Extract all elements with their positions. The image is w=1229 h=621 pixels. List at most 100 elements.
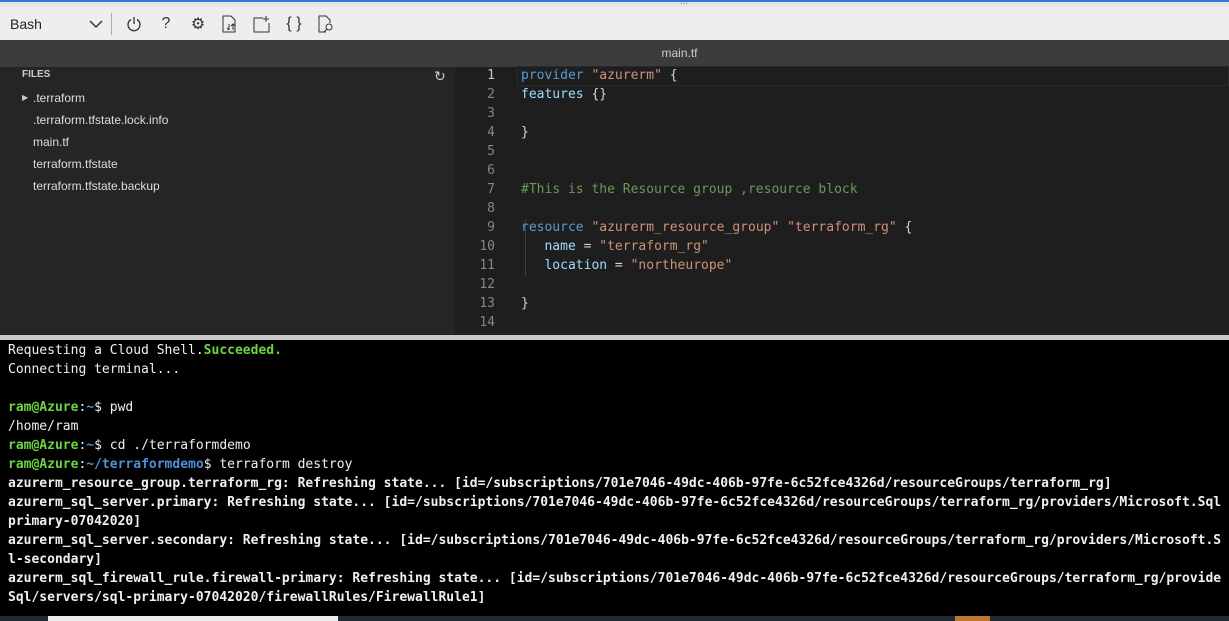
code-token: name: [544, 239, 576, 254]
terminal-text: Succeeded.: [203, 343, 282, 358]
line-number: 13: [479, 296, 495, 311]
shell-selector-value: Bash: [10, 15, 42, 32]
terminal-line: ram@Azure:~$ pwd: [8, 398, 1221, 417]
resize-grip[interactable]: ...: [680, 0, 688, 7]
terminal-text: $ terraform destroy: [203, 457, 353, 472]
code-line: resource "azurerm_resource_group" "terra…: [521, 218, 912, 237]
power-icon: [127, 16, 141, 31]
settings-button[interactable]: ⚙: [182, 10, 214, 38]
terminal-text: Requesting a Cloud Shell.: [8, 343, 204, 358]
editor-file-title: main.tf: [661, 46, 698, 60]
terminal-text: azurerm_sql_server.primary: Refreshing s…: [8, 495, 1221, 510]
code-token: resource: [521, 220, 592, 235]
terminal-text: ~/terraformdemo: [86, 457, 204, 472]
code-line: location = "northeurope": [521, 256, 732, 275]
code-line: features {}: [521, 85, 607, 104]
file-explorer: FILES ↻ ▶ .terraform .terraform.tfstate.…: [0, 67, 455, 335]
terminal-text: ~: [86, 400, 95, 415]
line-number: 10: [479, 239, 495, 254]
braces-icon: { }: [286, 14, 302, 32]
file-item[interactable]: terraform.tfstate: [33, 153, 118, 175]
web-preview-button[interactable]: [310, 10, 342, 38]
terminal-text: azurerm_sql_firewall_rule.firewall-prima…: [8, 571, 1221, 586]
new-session-icon: [253, 15, 270, 32]
file-item[interactable]: .terraform.tfstate.lock.info: [33, 109, 168, 131]
code-token: }: [521, 125, 529, 140]
shell-selector[interactable]: Bash: [0, 12, 112, 35]
refresh-icon[interactable]: ↻: [434, 68, 446, 85]
terminal-line: primary-07042020]: [8, 512, 1221, 531]
code-token: "terraform_rg": [787, 220, 897, 235]
code-token: "terraform_rg": [599, 239, 709, 254]
code-editor[interactable]: 1 provider "azurerm" {2 features {} 3 4} 5 6 7 #…: [455, 66, 1229, 335]
terminal-line: ram@Azure:~/terraformdemo$ terraform des…: [8, 455, 1221, 474]
terminal-line: /home/ram: [8, 417, 1221, 436]
terminal-text: /home/ram: [8, 419, 79, 434]
terminal-line: azurerm_sql_firewall_rule.firewall-prima…: [8, 569, 1221, 588]
code-token: {: [896, 220, 913, 235]
terminal-line: l-secondary]: [8, 550, 1221, 569]
terminal-line: azurerm_sql_server.secondary: Refreshing…: [8, 531, 1221, 550]
code-line: name = "terraform_rg": [521, 237, 709, 256]
chevron-right-icon[interactable]: ▶: [22, 93, 28, 102]
terminal-text: azurerm_sql_server.secondary: Refreshing…: [8, 533, 1221, 548]
help-button[interactable]: ?: [150, 10, 182, 38]
current-line-highlight: [517, 66, 1229, 86]
code-token: features: [521, 87, 584, 102]
bottom-strip-accent: [955, 616, 990, 621]
terminal-text: azurerm_resource_group.terraform_rg: Ref…: [8, 476, 1112, 491]
upload-download-button[interactable]: [214, 10, 246, 38]
terminal-text: Connecting terminal...: [8, 362, 181, 377]
terminal-text: ram@Azure: [8, 438, 79, 453]
line-number: 11: [479, 258, 495, 273]
terminal-text: primary-07042020]: [8, 514, 142, 529]
line-number: 6: [487, 163, 495, 178]
code-line: #This is the Resource group ,resource bl…: [521, 180, 858, 199]
terminal-line: Requesting a Cloud Shell.Succeeded.: [8, 341, 1221, 360]
chevron-down-icon: [89, 19, 103, 28]
line-number: 7: [487, 182, 495, 197]
file-item[interactable]: main.tf: [33, 131, 69, 153]
line-number: 2: [487, 87, 495, 102]
terminal-line: Connecting terminal...: [8, 360, 1221, 379]
code-token: "northeurope": [630, 258, 733, 273]
line-number: 9: [487, 220, 495, 235]
line-number: 4: [487, 125, 495, 140]
line-number: 5: [487, 144, 495, 159]
bottom-strip-segment: [48, 616, 338, 621]
file-item[interactable]: .terraform: [33, 87, 85, 109]
terminal-text: ram@Azure: [8, 457, 79, 472]
line-number: 12: [479, 277, 495, 292]
terminal[interactable]: Requesting a Cloud Shell.Succeeded. Conne…: [0, 340, 1229, 616]
line-number: 14: [479, 315, 495, 330]
terminal-line: Sql/servers/sql-primary-07042020/firewal…: [8, 588, 1221, 607]
code-token: {}: [583, 87, 608, 102]
upload-download-icon: [222, 15, 236, 32]
editor-button[interactable]: { }: [278, 10, 310, 38]
code-token: =: [575, 239, 600, 254]
terminal-text: $ pwd: [94, 400, 134, 415]
line-number: 3: [487, 106, 495, 121]
window-top-strip: ...: [0, 0, 1229, 7]
terminal-line: azurerm_sql_server.primary: Refreshing s…: [8, 493, 1221, 512]
new-session-button[interactable]: [246, 10, 278, 38]
code-line: }: [521, 123, 529, 142]
terminal-text: l-secondary]: [8, 552, 102, 567]
terminal-text: $ cd ./terraformdemo: [94, 438, 251, 453]
editor-title-bar: main.tf: [0, 40, 1229, 67]
line-number: 8: [487, 201, 495, 216]
code-token: #This is the Resource group ,resource bl…: [521, 182, 858, 197]
restart-button[interactable]: [118, 10, 150, 38]
terminal-text: ram@Azure: [8, 400, 79, 415]
terminal-line: ram@Azure:~$ cd ./terraformdemo: [8, 436, 1221, 455]
line-number: 1: [487, 68, 495, 83]
file-item[interactable]: terraform.tfstate.backup: [33, 175, 160, 197]
files-heading: FILES: [22, 69, 51, 80]
terminal-text: ~: [86, 438, 95, 453]
code-token: =: [607, 258, 631, 273]
code-token: }: [521, 296, 529, 311]
